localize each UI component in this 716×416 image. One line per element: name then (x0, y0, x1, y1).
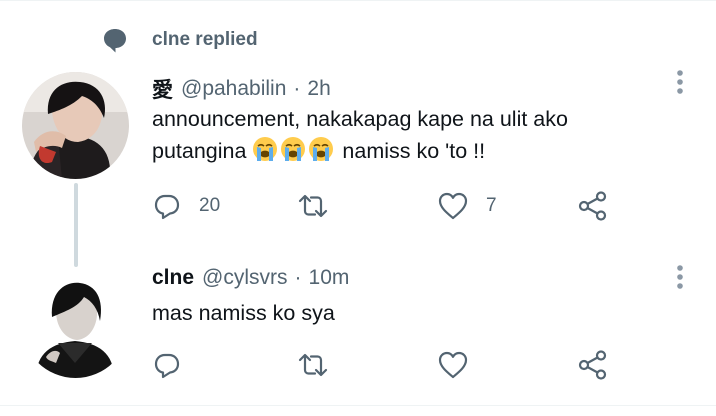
share-icon (578, 350, 607, 380)
reply-icon (154, 353, 180, 379)
tweet-text-fragment: putangina (152, 139, 253, 163)
username[interactable]: @cylsvrs (202, 266, 287, 290)
tweet-header: 愛 @pahabilin · 2h (152, 74, 331, 104)
tweet-text-line: putangina namiss ko 'to !! (152, 135, 652, 167)
reply-context: clne replied (100, 26, 258, 54)
separator-dot: · (294, 266, 302, 289)
display-name[interactable]: 愛 (152, 74, 173, 104)
timestamp[interactable]: 10m (309, 266, 350, 290)
retweet-icon (298, 353, 328, 377)
tweet-text-line: announcement, nakakapag kape na ulit ako (152, 107, 568, 131)
like-button[interactable] (437, 347, 486, 383)
like-count: 7 (486, 195, 497, 216)
more-options-icon[interactable] (670, 261, 690, 293)
username[interactable]: @pahabilin (181, 77, 286, 101)
avatar[interactable] (22, 271, 129, 378)
thread-connector-line (74, 183, 78, 267)
retweet-button[interactable] (296, 188, 347, 224)
retweet-icon (298, 194, 328, 218)
reply-icon (154, 194, 180, 220)
heart-icon (438, 351, 468, 379)
separator-dot: · (293, 77, 301, 100)
retweet-button[interactable] (296, 347, 347, 383)
display-name[interactable]: clne (152, 266, 194, 290)
share-button[interactable] (577, 188, 609, 224)
reply-button[interactable] (152, 347, 199, 383)
tweet-text-fragment: namiss ko 'to !! (336, 139, 486, 163)
loudly-crying-face-icon (252, 136, 278, 162)
reply-count: 20 (199, 195, 221, 216)
avatar[interactable] (22, 72, 129, 179)
tweet-header: clne @cylsvrs · 10m (152, 266, 349, 290)
more-options-icon[interactable] (670, 66, 690, 98)
share-button[interactable] (577, 347, 609, 383)
top-divider (0, 0, 716, 1)
tweet-text: mas namiss ko sya (152, 301, 335, 325)
reply-context-label: clne replied (152, 29, 258, 50)
reply-bubble-icon (100, 26, 130, 54)
tweet-actions: 20 7 (152, 188, 632, 224)
like-button[interactable]: 7 (437, 188, 497, 224)
tweet-text: announcement, nakakapag kape na ulit ako… (152, 103, 652, 167)
tweet-actions (152, 347, 632, 383)
heart-icon (438, 192, 468, 220)
loudly-crying-face-icon (308, 136, 334, 162)
timestamp[interactable]: 2h (307, 77, 330, 101)
reply-button[interactable]: 20 (152, 188, 220, 224)
bottom-divider (0, 405, 716, 406)
loudly-crying-face-icon (280, 136, 306, 162)
share-icon (578, 191, 607, 221)
